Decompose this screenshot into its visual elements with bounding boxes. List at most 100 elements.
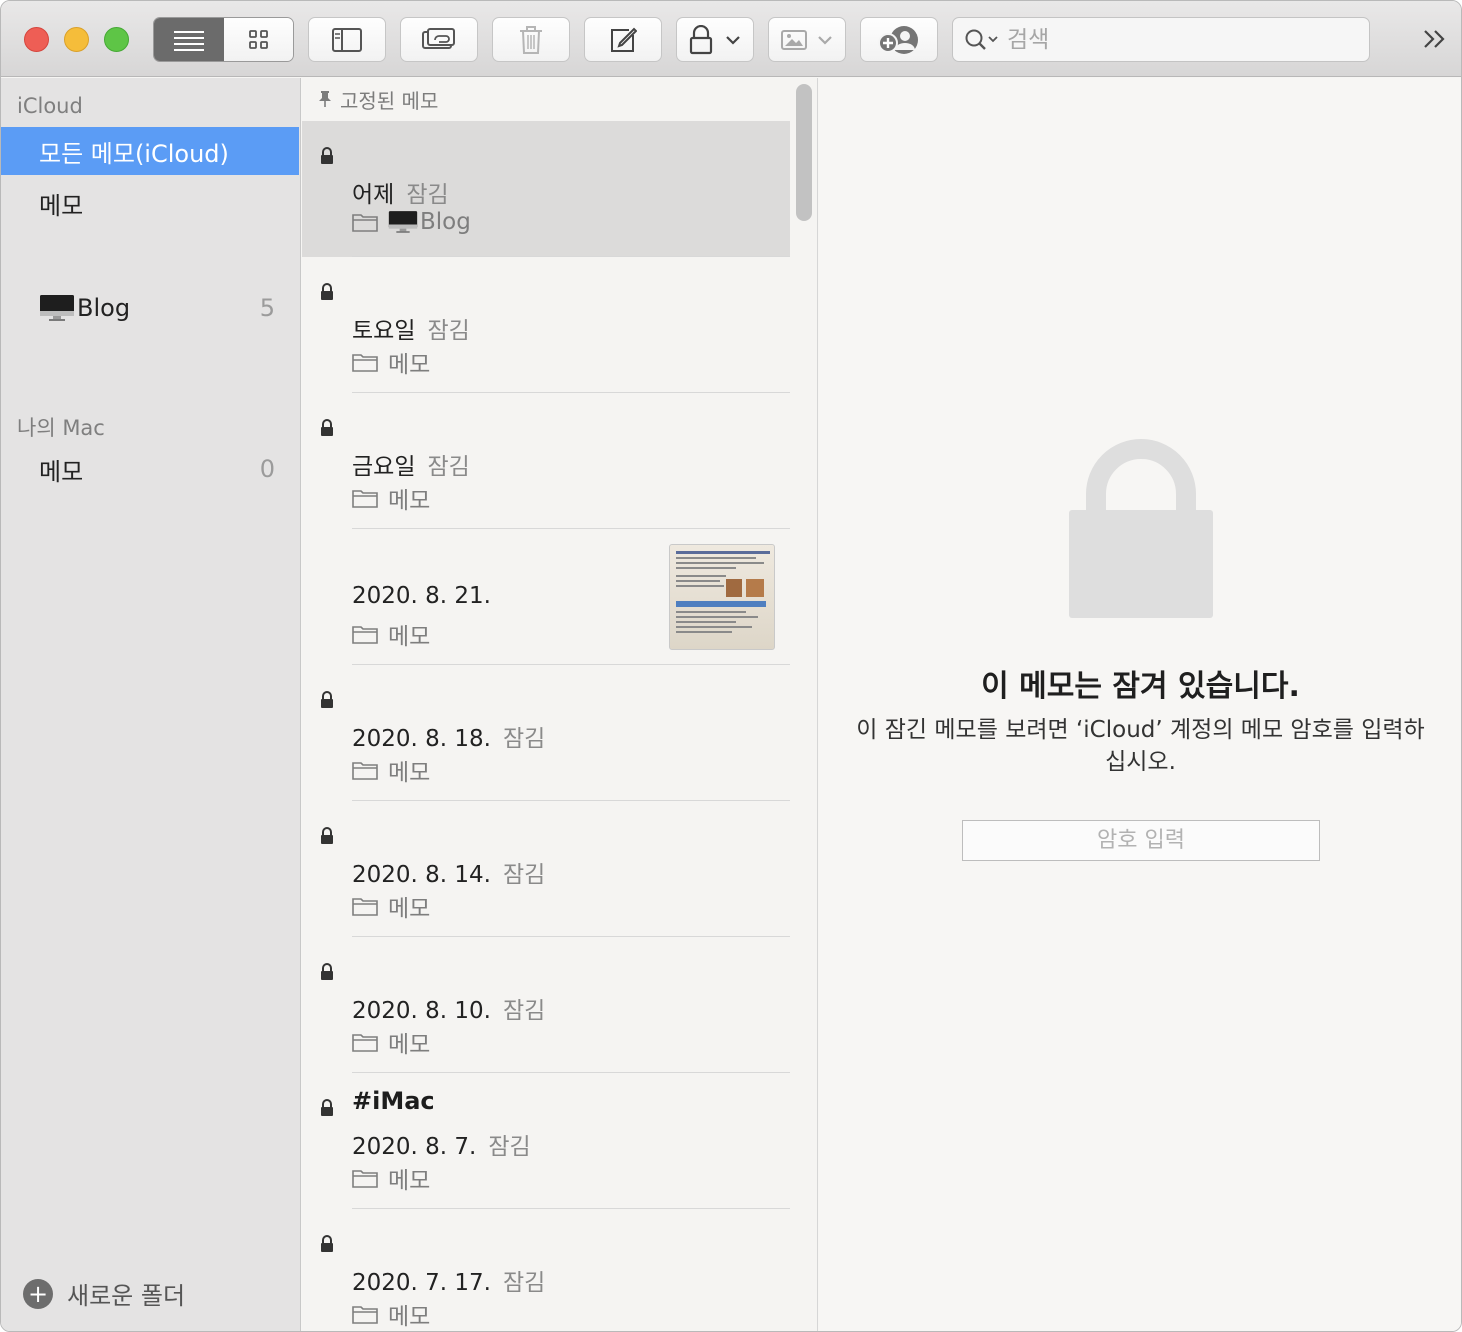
note-folder: 메모 — [388, 1032, 431, 1058]
note-folder-line: 메모 — [352, 889, 430, 923]
note-date: 2020. 8. 10. — [352, 998, 491, 1024]
note-folder-line: Blog — [352, 209, 471, 235]
note-date-line: 2020. 8. 10. 잠김 — [352, 991, 545, 1025]
plus-circle-icon: + — [23, 1278, 53, 1309]
chevron-down-icon — [726, 35, 740, 45]
locked-note-title: 이 메모는 잠겨 있습니다. — [981, 669, 1300, 704]
lock-icon — [321, 419, 333, 436]
note-date-line: 2020. 8. 21. — [352, 583, 491, 609]
compose-icon — [611, 27, 637, 52]
sidebar-item-count: 0 — [259, 455, 275, 483]
note-date: 2020. 8. 14. — [352, 862, 491, 888]
lock-icon — [321, 691, 333, 708]
folder-icon — [352, 1170, 378, 1188]
note-folder: 메모 — [388, 1168, 431, 1194]
folder-icon — [352, 1306, 378, 1324]
close-window-button[interactable] — [24, 27, 49, 52]
search-field[interactable] — [952, 17, 1370, 62]
lock-icon — [321, 147, 333, 164]
trash-icon — [520, 25, 542, 54]
toggle-sidebar-button[interactable] — [308, 17, 386, 62]
note-list-item[interactable]: 금요일 잠김 메모 — [302, 393, 790, 529]
folder-icon — [352, 214, 378, 232]
lock-icon — [321, 283, 333, 300]
note-list-item[interactable]: #iMac 2020. 8. 7. 잠김 메모 — [302, 1073, 790, 1209]
note-date-line: 어제 잠김 — [352, 175, 449, 209]
pin-icon — [319, 91, 331, 107]
large-lock-icon — [1069, 439, 1213, 618]
note-list-item[interactable]: 어제 잠김 Blog — [302, 121, 790, 257]
note-folder-line: 메모 — [352, 1297, 430, 1331]
note-date: 2020. 7. 17. — [352, 1270, 491, 1296]
note-list-scrollbar[interactable] — [796, 84, 812, 221]
sidebar-item-blog[interactable]: Blog 5 — [1, 284, 299, 332]
note-date-line: 2020. 8. 7. 잠김 — [352, 1127, 531, 1161]
toolbar-overflow-button[interactable] — [1417, 23, 1453, 55]
folder-icon — [352, 762, 378, 780]
new-note-button[interactable] — [584, 17, 662, 62]
list-icon — [174, 30, 204, 51]
media-button[interactable] — [768, 17, 846, 62]
sidebar-item-label: 모든 메모(iCloud) — [39, 139, 229, 168]
notes-window: iCloud 모든 메모(iCloud) 메모 Blog 5 나의 Mac 메모… — [0, 0, 1462, 1332]
note-date: 금요일 — [352, 454, 416, 480]
delete-note-button[interactable] — [492, 17, 570, 62]
lock-note-button[interactable] — [676, 17, 754, 62]
note-list-item[interactable]: 2020. 8. 14. 잠김메모 — [302, 801, 790, 937]
list-view-button[interactable] — [154, 18, 224, 61]
grid-icon — [248, 29, 268, 49]
sidebar-item-mac-notes[interactable]: 메모 0 — [1, 445, 299, 493]
note-locked-label: 잠김 — [503, 726, 546, 752]
folder-icon — [352, 354, 378, 372]
note-list: 고정된 메모 어제 잠김 Blog 토요일 잠김 메모 금요일 잠김 메모 2020. 8. 21… — [302, 78, 818, 1331]
note-date-line: 2020. 8. 18. 잠김 — [352, 719, 545, 753]
folder-icon — [352, 898, 378, 916]
note-thumbnail-image — [669, 544, 775, 650]
lock-icon — [689, 24, 713, 54]
sidebar-section-mac: 나의 Mac — [17, 416, 105, 440]
sidebar-item-notes[interactable]: 메모 — [1, 179, 299, 227]
pinned-notes-header: 고정된 메모 — [302, 78, 790, 120]
folder-icon — [352, 1034, 378, 1052]
minimize-window-button[interactable] — [64, 27, 89, 52]
sidebar-icon — [332, 27, 362, 52]
note-date: 2020. 8. 18. — [352, 726, 491, 752]
search-input[interactable] — [1007, 24, 1357, 56]
search-icon — [965, 29, 998, 50]
note-date: 2020. 8. 21. — [352, 583, 491, 609]
note-list-item[interactable]: 토요일 잠김 메모 — [302, 257, 790, 393]
sidebar-item-all-icloud[interactable]: 모든 메모(iCloud) — [1, 127, 299, 175]
attachments-browser-button[interactable] — [400, 17, 478, 62]
note-locked-label: 잠김 — [427, 318, 470, 344]
new-folder-button[interactable]: + 새로운 폴더 — [23, 1276, 185, 1311]
photo-icon — [781, 29, 807, 50]
sidebar-item-count: 5 — [259, 294, 275, 322]
sidebar-item-label: 메모 — [39, 457, 84, 486]
password-input[interactable] — [962, 820, 1320, 861]
note-date: 어제 — [352, 182, 395, 208]
pinned-notes-label: 고정된 메모 — [340, 88, 439, 113]
note-date-line: 2020. 7. 17. 잠김 — [352, 1263, 545, 1297]
note-list-item[interactable]: 2020. 8. 10. 잠김메모 — [302, 937, 790, 1073]
folder-icon — [352, 626, 378, 644]
note-date: 2020. 8. 7. — [352, 1134, 477, 1160]
add-people-button[interactable] — [860, 17, 938, 62]
add-person-icon — [878, 25, 918, 54]
note-folder-line: 메모 — [352, 481, 430, 515]
note-date-line: 2020. 8. 14. 잠김 — [352, 855, 545, 889]
lock-icon — [321, 1099, 333, 1116]
note-folder: 메모 — [388, 624, 431, 650]
folder-icon — [352, 490, 378, 508]
lock-icon — [321, 963, 333, 980]
note-list-item[interactable]: 2020. 8. 21. 메모 — [302, 529, 790, 665]
lock-icon — [321, 827, 333, 844]
note-locked-label: 잠김 — [427, 454, 470, 480]
note-list-item[interactable]: 2020. 8. 18. 잠김 메모 — [302, 665, 790, 801]
chevron-down-icon — [818, 35, 832, 45]
note-list-item[interactable]: 2020. 7. 17. 잠김 메모 — [302, 1209, 790, 1331]
gallery-view-button[interactable] — [224, 18, 293, 61]
imac-icon — [40, 295, 74, 321]
sidebar-item-label: Blog — [77, 294, 131, 322]
note-folder: 메모 — [388, 896, 431, 922]
zoom-window-button[interactable] — [104, 27, 129, 52]
